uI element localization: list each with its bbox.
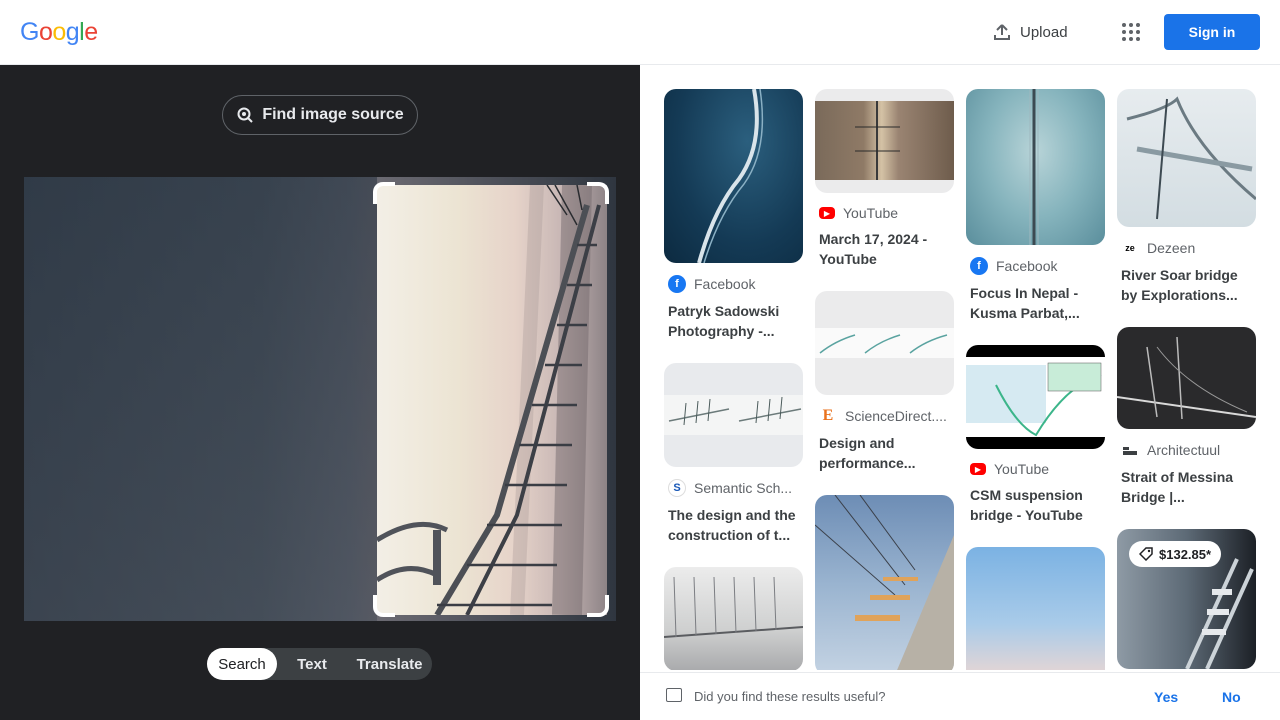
tab-text[interactable]: Text	[277, 648, 347, 680]
selected-region[interactable]	[375, 184, 607, 617]
result-title[interactable]: Patryk Sadowski Photography -...	[664, 301, 803, 341]
feedback-icon	[666, 688, 682, 702]
result-source: Architectuul	[1117, 441, 1256, 459]
logo-letter: g	[65, 18, 80, 46]
result-thumbnail[interactable]	[664, 89, 803, 263]
semantic-scholar-icon: S	[668, 479, 686, 497]
crop-handle-bottom-right[interactable]	[587, 595, 609, 617]
results-column: ze Dezeen River Soar bridge by Explorati…	[1117, 89, 1256, 670]
result-card[interactable]: ▶ YouTube CSM suspension bridge - YouTub…	[966, 345, 1105, 525]
results-column: ▶ YouTube March 17, 2024 - YouTube E Sci…	[815, 89, 954, 670]
result-card[interactable]: f Facebook Focus In Nepal - Kusma Parbat…	[966, 89, 1105, 323]
result-source-name: YouTube	[843, 205, 899, 221]
result-title[interactable]: Strait of Messina Bridge |...	[1117, 467, 1256, 507]
result-thumbnail[interactable]: $132.85*	[1117, 529, 1256, 669]
dezeen-icon: ze	[1121, 239, 1139, 257]
price-badge[interactable]: $132.85*	[1129, 541, 1222, 567]
result-title[interactable]: March 17, 2024 - YouTube	[815, 229, 954, 269]
bridge-illustration	[375, 184, 601, 617]
facebook-icon: f	[668, 275, 686, 293]
result-source-name: Semantic Sch...	[694, 480, 793, 496]
upload-icon	[994, 24, 1010, 40]
logo-letter: o	[52, 18, 66, 46]
sign-in-button[interactable]: Sign in	[1164, 14, 1260, 50]
result-card[interactable]: ▶ YouTube March 17, 2024 - YouTube	[815, 89, 954, 269]
result-card[interactable]: $132.85*	[1117, 529, 1256, 669]
find-image-source-label: Find image source	[262, 106, 404, 123]
price-value: $132.85*	[1159, 546, 1212, 562]
crop-handle-top-left[interactable]	[373, 182, 395, 204]
dimmed-region	[24, 177, 377, 621]
feedback-bar: Did you find these results useful? Yes N…	[640, 672, 1280, 720]
result-card[interactable]: E ScienceDirect.... Design and performan…	[815, 291, 954, 473]
result-source-name: Dezeen	[1147, 240, 1196, 256]
result-thumbnail[interactable]	[1117, 89, 1256, 227]
crop-handle-top-right[interactable]	[587, 182, 609, 204]
tab-search[interactable]: Search	[207, 648, 277, 680]
result-source: E ScienceDirect....	[815, 407, 954, 425]
result-source: ze Dezeen	[1117, 239, 1256, 257]
result-card[interactable]	[664, 567, 803, 670]
upload-button[interactable]: Upload	[992, 20, 1068, 44]
result-card[interactable]	[966, 547, 1105, 670]
result-source: S Semantic Sch...	[664, 479, 803, 497]
result-thumbnail[interactable]	[966, 345, 1105, 449]
lens-mode-tabs: Search Text Translate	[207, 648, 432, 680]
result-thumbnail[interactable]	[966, 89, 1105, 245]
result-source-name: YouTube	[994, 461, 1050, 477]
crop-handle-bottom-left[interactable]	[373, 595, 395, 617]
result-source-name: ScienceDirect....	[845, 408, 947, 424]
sciencedirect-icon: E	[819, 407, 837, 425]
feedback-yes-button[interactable]: Yes	[1154, 689, 1178, 705]
result-source: f Facebook	[966, 257, 1105, 275]
result-thumbnail[interactable]	[966, 547, 1105, 670]
visual-matches-panel: f Facebook Patryk Sadowski Photography -…	[640, 65, 1280, 670]
apps-grid-icon[interactable]	[1120, 20, 1144, 44]
result-source: ▶ YouTube	[815, 205, 954, 221]
feedback-no-button[interactable]: No	[1222, 689, 1241, 705]
architectuul-icon	[1121, 441, 1139, 459]
result-thumbnail[interactable]	[1117, 327, 1256, 429]
logo-letter: o	[38, 18, 53, 46]
logo-letter: e	[84, 18, 98, 46]
result-thumbnail[interactable]	[815, 89, 954, 193]
lens-image-panel: Find image source Search Text Translate	[0, 65, 640, 720]
result-card[interactable]: Architectuul Strait of Messina Bridge |.…	[1117, 327, 1256, 507]
result-card[interactable]: S Semantic Sch... The design and the con…	[664, 363, 803, 545]
result-source: ▶ YouTube	[966, 461, 1105, 477]
result-thumbnail[interactable]	[815, 291, 954, 395]
result-title[interactable]: Design and performance...	[815, 433, 954, 473]
youtube-icon: ▶	[819, 207, 835, 219]
price-tag-icon	[1139, 547, 1153, 561]
result-title[interactable]: River Soar bridge by Explorations...	[1117, 265, 1256, 305]
result-source-name: Facebook	[694, 276, 756, 292]
logo-letter: G	[20, 18, 39, 46]
result-card[interactable]: f Facebook Patryk Sadowski Photography -…	[664, 89, 803, 341]
result-card[interactable]: ze Dezeen River Soar bridge by Explorati…	[1117, 89, 1256, 305]
find-image-source-button[interactable]: Find image source	[222, 95, 418, 135]
result-title[interactable]: Focus In Nepal - Kusma Parbat,...	[966, 283, 1105, 323]
result-thumbnail[interactable]	[664, 363, 803, 467]
lens-search-icon	[237, 107, 254, 123]
result-title[interactable]: CSM suspension bridge - YouTube	[966, 485, 1105, 525]
result-title[interactable]: The design and the construction of t...	[664, 505, 803, 545]
results-column: f Facebook Patryk Sadowski Photography -…	[664, 89, 803, 670]
feedback-question: Did you find these results useful?	[694, 689, 886, 704]
result-source-name: Architectuul	[1147, 442, 1221, 458]
result-card[interactable]	[815, 495, 954, 670]
header: Google Upload Sign in	[0, 0, 1280, 65]
result-thumbnail[interactable]	[815, 495, 954, 670]
results-column: f Facebook Focus In Nepal - Kusma Parbat…	[966, 89, 1105, 670]
upload-label: Upload	[1020, 23, 1068, 41]
tab-translate[interactable]: Translate	[347, 648, 432, 680]
query-image	[24, 177, 616, 621]
youtube-icon: ▶	[970, 463, 986, 475]
result-thumbnail[interactable]	[664, 567, 803, 670]
result-source: f Facebook	[664, 275, 803, 293]
facebook-icon: f	[970, 257, 988, 275]
google-logo[interactable]: Google	[20, 17, 98, 47]
result-source-name: Facebook	[996, 258, 1058, 274]
